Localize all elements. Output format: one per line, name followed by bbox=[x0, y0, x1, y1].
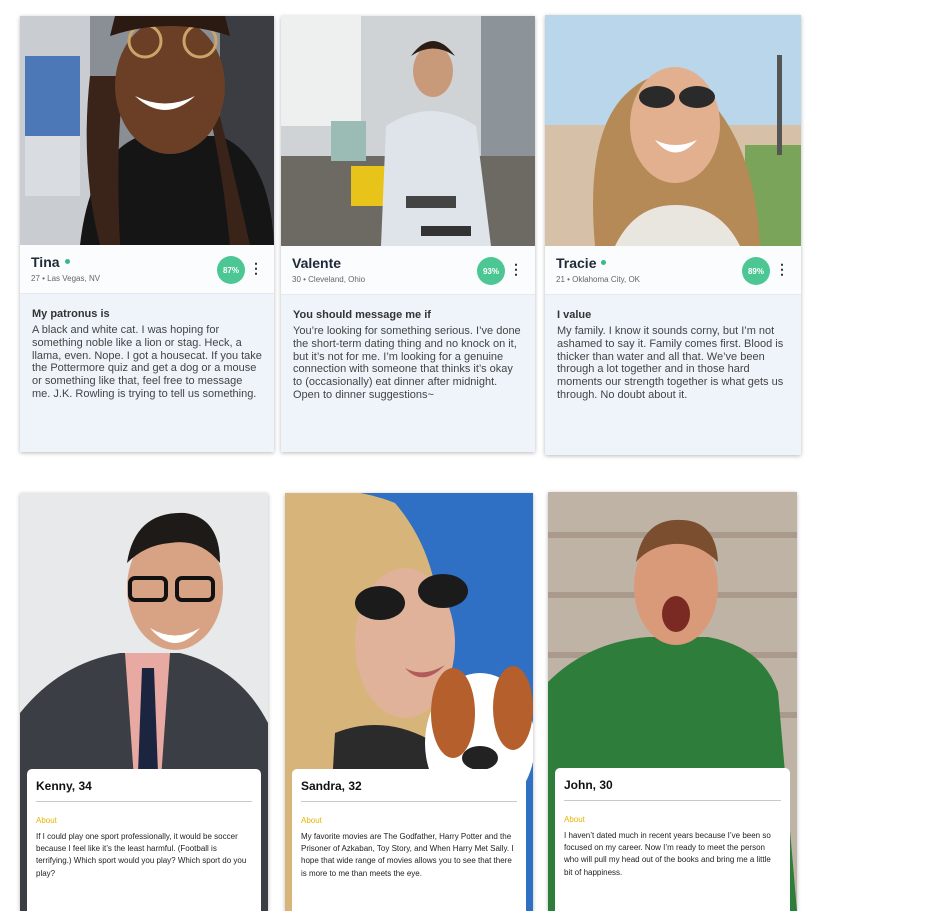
about-panel: Sandra, 32 About My favorite movies are … bbox=[292, 769, 526, 911]
profile-prompt-section: I value My family. I know it sounds corn… bbox=[545, 295, 801, 455]
profile-prompt-section: You should message me if You’re looking … bbox=[281, 295, 535, 452]
match-percentage-badge: 87% bbox=[217, 256, 245, 284]
profile-header: Tina 27 • Las Vegas, NV 87% ⋮ bbox=[20, 245, 274, 294]
profile-name: Sandra, 32 bbox=[301, 779, 517, 802]
online-dot-icon bbox=[64, 259, 70, 264]
about-panel: John, 30 About I haven’t dated much in r… bbox=[555, 768, 790, 911]
about-label: About bbox=[564, 815, 585, 824]
about-text: My favorite movies are The Godfather, Ha… bbox=[301, 832, 514, 878]
match-percentage-badge: 89% bbox=[742, 257, 770, 285]
profile-card-tina[interactable]: Tina 27 • Las Vegas, NV 87% ⋮ My patronu… bbox=[20, 16, 274, 452]
online-dot-icon bbox=[601, 260, 607, 265]
profile-photo bbox=[20, 16, 274, 245]
prompt-question: My patronus is bbox=[32, 308, 110, 320]
profile-header: Valente 30 • Cleveland, Ohio 93% ⋮ bbox=[281, 246, 535, 295]
profile-name: John, 30 bbox=[564, 778, 781, 801]
prompt-answer: My family. I know it sounds corny, but I… bbox=[557, 325, 784, 401]
profile-card-kenny[interactable]: Kenny, 34 About If I could play one spor… bbox=[20, 493, 268, 911]
more-vertical-icon[interactable]: ⋮ bbox=[249, 260, 263, 276]
profile-name: Tina bbox=[31, 254, 70, 270]
profile-card-valente[interactable]: Valente 30 • Cleveland, Ohio 93% ⋮ You s… bbox=[281, 16, 535, 452]
about-panel: Kenny, 34 About If I could play one spor… bbox=[27, 769, 261, 911]
match-percentage-badge: 93% bbox=[477, 257, 505, 285]
profile-age-location: 21 • Oklahoma City, OK bbox=[556, 275, 641, 284]
profile-header: Tracie 21 • Oklahoma City, OK 89% ⋮ bbox=[545, 246, 801, 295]
profile-card-john[interactable]: John, 30 About I haven’t dated much in r… bbox=[548, 492, 797, 911]
profile-card-sandra[interactable]: Sandra, 32 About My favorite movies are … bbox=[285, 493, 533, 911]
profile-name: Kenny, 34 bbox=[36, 779, 252, 802]
prompt-question: I value bbox=[557, 309, 592, 321]
profile-name: Valente bbox=[292, 255, 342, 271]
prompt-answer: You’re looking for something serious. I’… bbox=[293, 325, 521, 401]
profile-name: Tracie bbox=[556, 255, 607, 271]
profile-photo bbox=[281, 16, 535, 246]
profile-card-tracie[interactable]: Tracie 21 • Oklahoma City, OK 89% ⋮ I va… bbox=[545, 15, 801, 455]
profile-prompt-section: My patronus is A black and white cat. I … bbox=[20, 294, 274, 452]
about-text: I haven’t dated much in recent years bec… bbox=[564, 831, 771, 877]
about-label: About bbox=[36, 816, 57, 825]
more-vertical-icon[interactable]: ⋮ bbox=[509, 261, 523, 277]
about-text: If I could play one sport professionally… bbox=[36, 832, 247, 878]
profile-photo bbox=[545, 15, 801, 246]
about-label: About bbox=[301, 816, 322, 825]
profile-age-location: 27 • Las Vegas, NV bbox=[31, 274, 101, 283]
prompt-question: You should message me if bbox=[293, 309, 431, 321]
profile-age-location: 30 • Cleveland, Ohio bbox=[292, 275, 366, 284]
more-vertical-icon[interactable]: ⋮ bbox=[775, 261, 789, 277]
prompt-answer: A black and white cat. I was hoping for … bbox=[32, 324, 262, 400]
